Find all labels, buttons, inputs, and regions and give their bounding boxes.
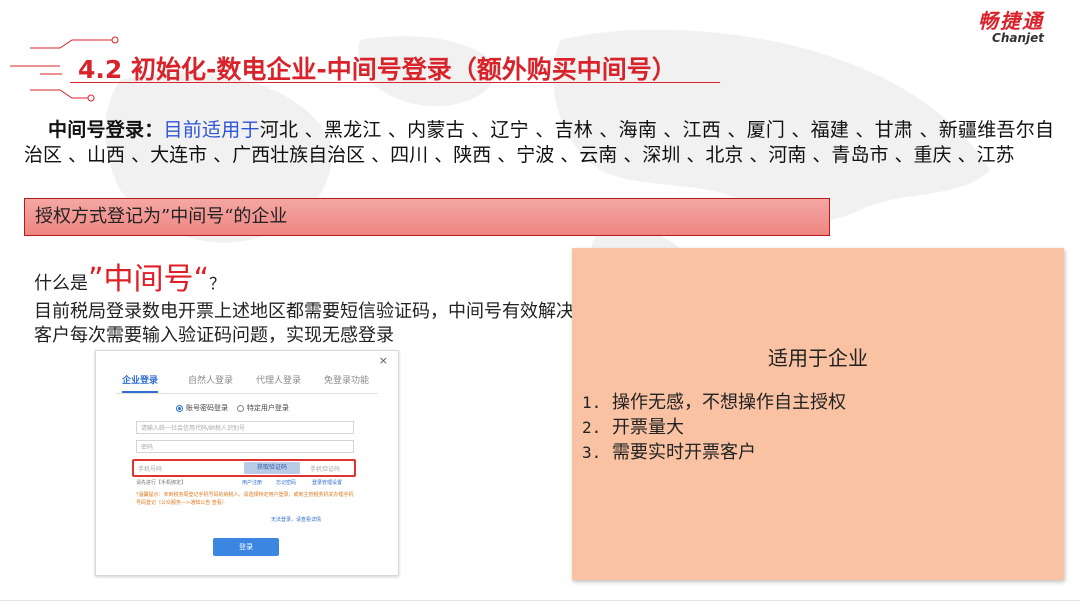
list-item: 3. 需要实时开票客户	[582, 440, 846, 465]
get-code-button[interactable]: 获取验证码	[244, 462, 300, 474]
tab-person-login[interactable]: 自然人登录	[188, 373, 233, 386]
item-number: 2.	[582, 418, 602, 437]
list-item: 2. 开票量大	[582, 415, 846, 440]
manage-link[interactable]: 登录管理设置	[312, 479, 342, 486]
explanation-text: 目前税局登录数电开票上述地区都需要短信验证码，中间号有效解决客户每次需要输入验证…	[34, 301, 574, 346]
sms-code-input[interactable]: 手机验证码	[310, 464, 340, 473]
page-title: 4.2 初始化-数电企业-中间号登录（额外购买中间号）	[78, 55, 677, 84]
question-term: ”中间号“	[88, 262, 210, 297]
title-underline	[70, 82, 720, 83]
item-text: 操作无感，不想操作自主授权	[612, 392, 846, 413]
item-number: 3.	[582, 443, 602, 462]
chanjet-logo: 畅捷通 Chanjet	[978, 10, 1044, 44]
login-tabs: 企业登录 自然人登录 代理人登录 免登录功能	[116, 373, 378, 394]
radio-label-special: 特定用户登录	[246, 404, 289, 412]
remember-link[interactable]: 请先进行【手机绑定】	[136, 480, 186, 486]
login-tip: *温馨提示：未到税务局登记手机号码的纳税人，请选择特定用户登录，或到主管税务机关…	[136, 492, 354, 506]
logo-english: Chanjet	[992, 31, 1044, 45]
lead-highlight: 目前适用于	[163, 119, 260, 141]
login-button[interactable]: 登录	[213, 538, 279, 556]
register-link[interactable]: 用户注册	[242, 479, 262, 486]
question-suffix: ？	[209, 274, 226, 293]
login-mode-radios: 账号密码登录 特定用户登录	[176, 403, 289, 413]
question-prefix: 什么是	[34, 273, 88, 294]
list-item: 1. 操作无感，不想操作自主授权	[582, 390, 846, 415]
tab-enterprise-login[interactable]: 企业登录	[122, 373, 159, 393]
panel-title: 适用于企业	[768, 346, 868, 370]
region-paragraph: 中间号登录：目前适用于河北 、黑龙江 、内蒙古 、辽宁 、吉林 、海南 、江西 …	[24, 118, 1054, 168]
tab-agent-login[interactable]: 代理人登录	[256, 373, 301, 386]
radio-label-password: 账号密码登录	[186, 404, 228, 412]
sms-verification-row: 手机号码 获取验证码 手机验证码	[132, 459, 356, 477]
item-text: 需要实时开票客户	[612, 442, 756, 463]
taxpayer-id-input[interactable]: 请输入统一社会信用代码/纳税人识别号	[136, 421, 354, 434]
phone-input[interactable]: 手机号码	[138, 464, 162, 473]
what-is-question: 什么是”中间号“？	[34, 254, 225, 298]
tab-no-login[interactable]: 免登录功能	[324, 373, 369, 386]
applicable-enterprise-panel: 适用于企业 1. 操作无感，不想操作自主授权 2. 开票量大 3. 需要实时开票客户	[572, 248, 1064, 580]
lead-label: 中间号登录：	[48, 119, 164, 141]
close-icon[interactable]: ×	[379, 354, 388, 367]
footer-divider	[0, 600, 1080, 601]
login-dialog-screenshot: × 企业登录 自然人登录 代理人登录 免登录功能 账号密码登录 特定用户登录 请…	[95, 350, 399, 576]
auth-method-banner: 授权方式登记为”中间号“的企业	[24, 198, 830, 236]
password-input[interactable]: 密码	[136, 440, 354, 453]
logo-chinese: 畅捷通	[978, 9, 1044, 33]
item-number: 1.	[582, 393, 602, 412]
login-links: 请先进行【手机绑定】 用户注册 忘记密码 登录管理设置	[136, 479, 356, 486]
forgot-link[interactable]: 忘记密码	[276, 479, 296, 486]
radio-on-icon[interactable]	[176, 404, 183, 412]
panel-list: 1. 操作无感，不想操作自主授权 2. 开票量大 3. 需要实时开票客户	[582, 390, 846, 465]
help-link[interactable]: 无法登录，请查看详情	[271, 516, 321, 523]
item-text: 开票量大	[612, 417, 684, 438]
radio-off-icon[interactable]	[236, 404, 244, 412]
